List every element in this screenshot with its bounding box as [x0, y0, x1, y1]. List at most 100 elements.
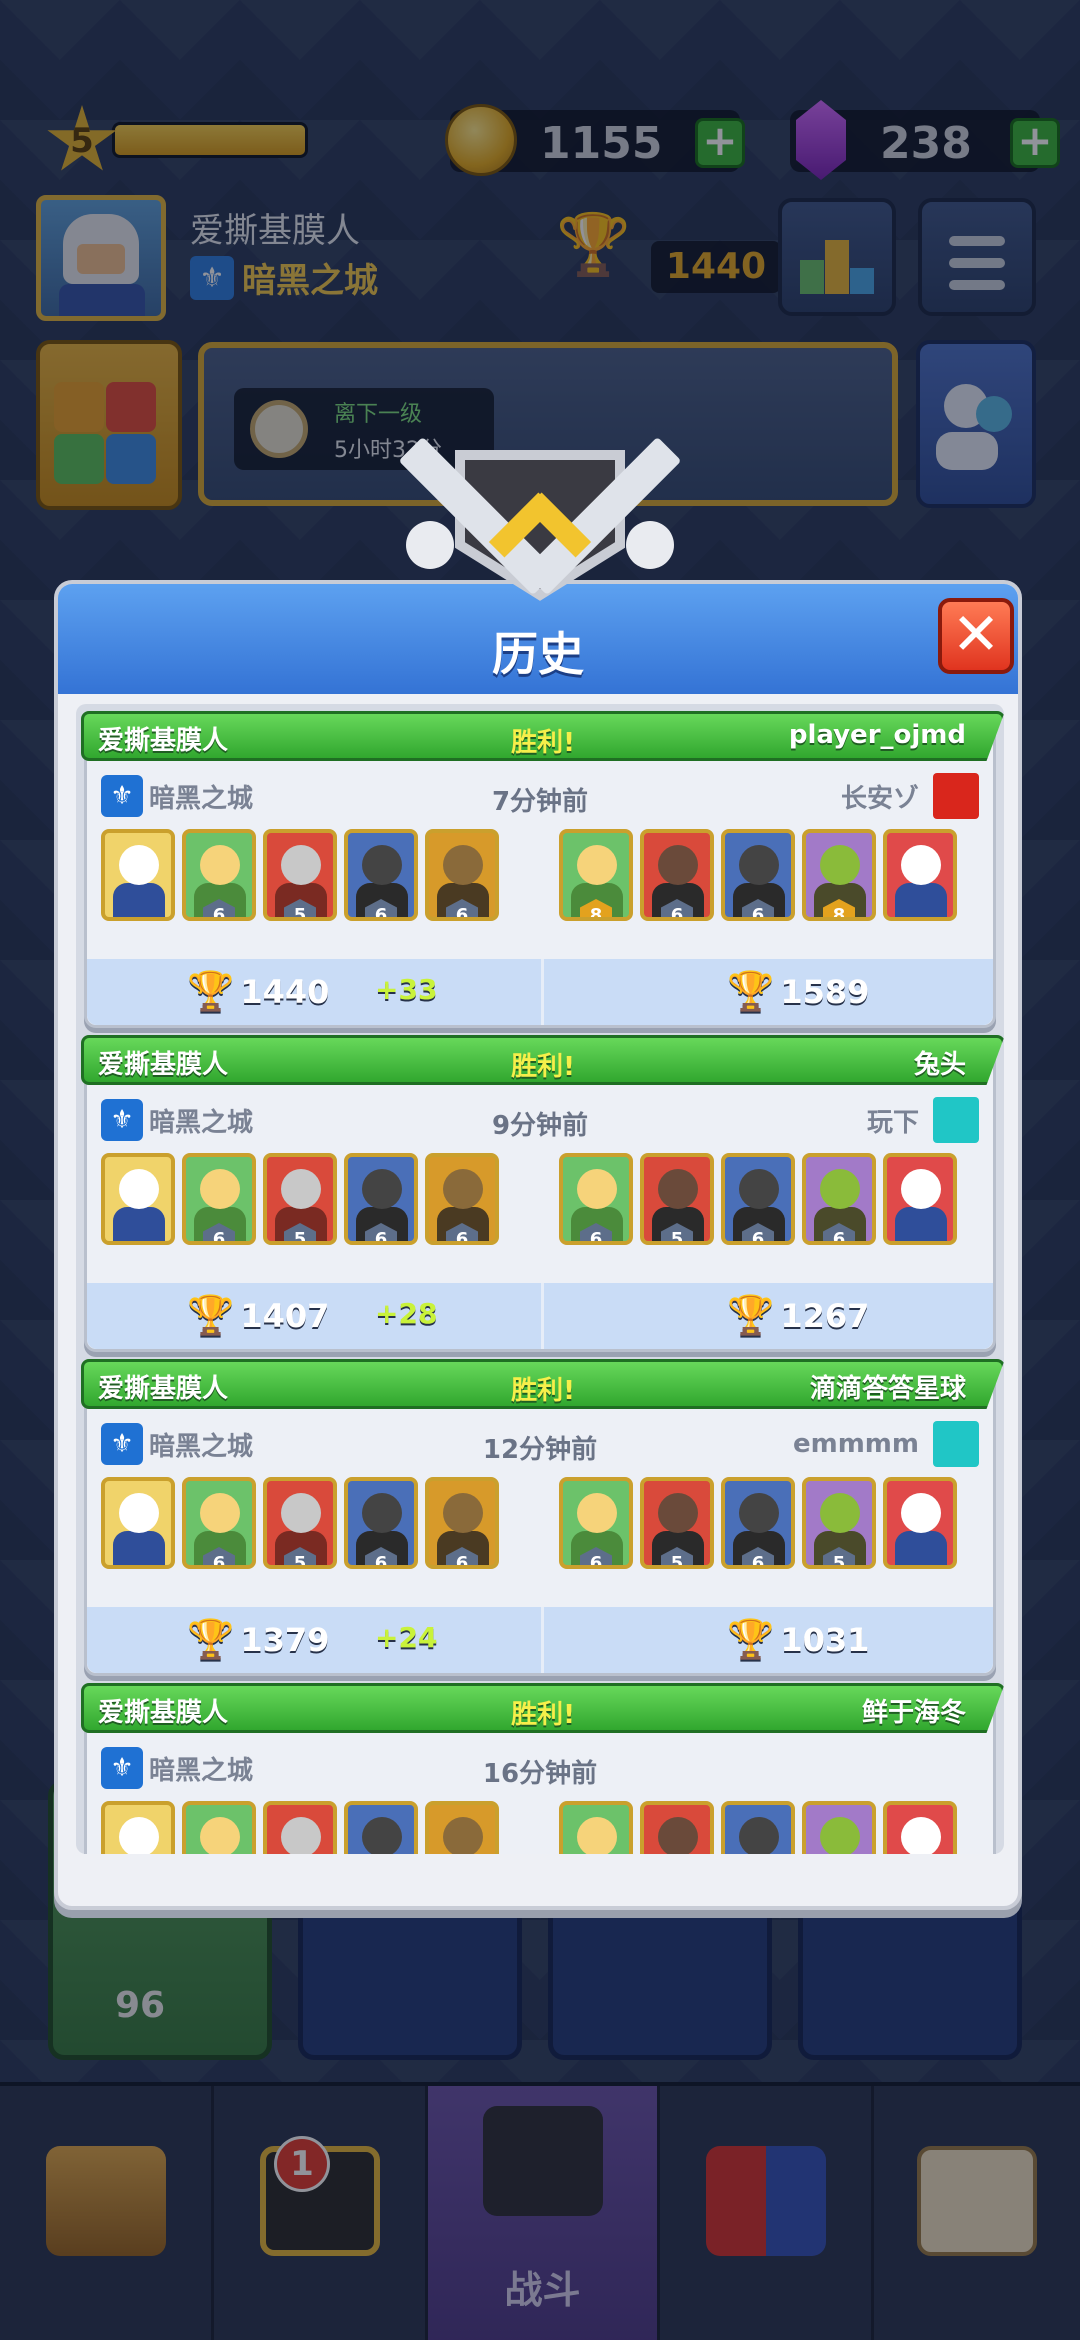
unit-body [895, 883, 947, 917]
match-entry[interactable]: 爱撕基膜人 胜利! 兔头 ⚜ 暗黑之城 9分钟前 玩下 6566 6566 🏆 … [81, 1035, 1004, 1352]
unit-card[interactable] [101, 829, 175, 921]
right-deck: 8668 [559, 829, 957, 929]
match-result-ribbon: 爱撕基膜人 胜利! 滴滴答答星球 [81, 1359, 1004, 1409]
trophy-icon: 🏆 [187, 1293, 235, 1337]
right-clan-name: 玩下 [866, 1107, 919, 1138]
unit-head [820, 1817, 860, 1854]
unit-card[interactable] [263, 1801, 337, 1854]
unit-head [901, 1493, 941, 1533]
unit-card[interactable] [802, 1801, 876, 1854]
unit-card[interactable]: 5 [263, 1477, 337, 1569]
unit-head [281, 845, 321, 885]
unit-card[interactable] [101, 1477, 175, 1569]
unit-head [200, 1493, 240, 1533]
unit-head [820, 845, 860, 885]
left-trophy-value: 1379 [240, 1620, 330, 1659]
unit-head [739, 845, 779, 885]
unit-head [443, 845, 483, 885]
unit-card[interactable]: 5 [802, 1477, 876, 1569]
left-trophies: 🏆 1379 [187, 1617, 329, 1662]
unit-head [658, 1169, 698, 1209]
unit-card[interactable]: 6 [344, 1153, 418, 1245]
history-dialog: 历史 ✕ 爱撕基膜人 胜利! player_ojmd ⚜ 暗黑之城 7分钟前 长… [54, 580, 1022, 1910]
trophy-delta: +33 [375, 973, 438, 1006]
unit-head [577, 1493, 617, 1533]
unit-card[interactable]: 6 [344, 829, 418, 921]
left-trophy-value: 1407 [240, 1296, 330, 1335]
unit-card[interactable] [721, 1801, 795, 1854]
unit-card[interactable] [883, 1153, 957, 1245]
match-result: 胜利! [511, 1052, 575, 1082]
unit-card[interactable] [883, 829, 957, 921]
unit-card[interactable]: 8 [802, 829, 876, 921]
unit-card[interactable]: 6 [182, 829, 256, 921]
left-trophy-value: 1440 [240, 972, 330, 1011]
trophy-delta: +24 [375, 1621, 438, 1654]
unit-card[interactable]: 6 [559, 1477, 633, 1569]
unit-head [658, 1817, 698, 1854]
match-history-list[interactable]: 爱撕基膜人 胜利! player_ojmd ⚜ 暗黑之城 7分钟前 长安ゾ 65… [76, 704, 1004, 1854]
right-trophies: 🏆 1589 [727, 969, 869, 1014]
unit-card[interactable]: 6 [721, 1153, 795, 1245]
right-clan-name: 长安ゾ [840, 783, 919, 814]
unit-card[interactable] [883, 1477, 957, 1569]
player-right-name: 滴滴答答星球 [809, 1374, 966, 1404]
unit-card[interactable]: 6 [425, 829, 499, 921]
unit-head [362, 845, 402, 885]
match-entry[interactable]: 爱撕基膜人 胜利! player_ojmd ⚜ 暗黑之城 7分钟前 长安ゾ 65… [81, 711, 1004, 1028]
clan-flag-icon [933, 1421, 979, 1467]
unit-card[interactable] [640, 1801, 714, 1854]
left-deck: 6566 [101, 1477, 499, 1577]
unit-card[interactable] [425, 1801, 499, 1854]
unit-card[interactable] [182, 1801, 256, 1854]
unit-card[interactable]: 6 [721, 829, 795, 921]
unit-card[interactable]: 5 [263, 829, 337, 921]
unit-card[interactable]: 6 [425, 1153, 499, 1245]
unit-card[interactable] [559, 1801, 633, 1854]
unit-head [577, 845, 617, 885]
unit-body [113, 1207, 165, 1241]
match-entry[interactable]: 爱撕基膜人 胜利! 鲜于海冬 ⚜ 暗黑之城 16分钟前 🏆 🏆 [81, 1683, 1004, 1854]
unit-head [119, 1817, 159, 1854]
unit-head [200, 1169, 240, 1209]
right-clan: emmmm [793, 1421, 979, 1467]
left-deck: 6566 [101, 1153, 499, 1253]
unit-card[interactable]: 5 [640, 1477, 714, 1569]
clan-flag-icon [933, 773, 979, 819]
left-deck [101, 1801, 499, 1854]
trophy-icon: 🏆 [187, 1617, 235, 1661]
unit-card[interactable]: 6 [425, 1477, 499, 1569]
unit-head [577, 1169, 617, 1209]
unit-card[interactable] [101, 1153, 175, 1245]
unit-head [658, 845, 698, 885]
unit-card[interactable] [344, 1801, 418, 1854]
unit-card[interactable]: 5 [263, 1153, 337, 1245]
match-entry[interactable]: 爱撕基膜人 胜利! 滴滴答答星球 ⚜ 暗黑之城 12分钟前 emmmm 6566… [81, 1359, 1004, 1676]
unit-card[interactable]: 6 [721, 1477, 795, 1569]
unit-card[interactable]: 5 [640, 1153, 714, 1245]
unit-head [281, 1169, 321, 1209]
unit-head [739, 1169, 779, 1209]
right-trophies: 🏆 1267 [727, 1293, 869, 1338]
left-trophies: 🏆 1440 [187, 969, 329, 1014]
unit-card[interactable]: 8 [559, 829, 633, 921]
unit-head [658, 1493, 698, 1533]
unit-card[interactable]: 6 [559, 1153, 633, 1245]
unit-card[interactable]: 6 [182, 1477, 256, 1569]
left-deck: 6566 [101, 829, 499, 929]
dialog-title: 历史 [492, 627, 584, 681]
divider [541, 959, 544, 1025]
unit-card[interactable] [101, 1801, 175, 1854]
unit-card[interactable]: 6 [344, 1477, 418, 1569]
unit-head [443, 1493, 483, 1533]
unit-card[interactable]: 6 [182, 1153, 256, 1245]
trophy-icon: 🏆 [727, 1617, 775, 1661]
unit-card[interactable]: 6 [640, 829, 714, 921]
unit-card[interactable]: 6 [802, 1153, 876, 1245]
unit-head [901, 1169, 941, 1209]
player-right-name: 鲜于海冬 [861, 1698, 966, 1728]
close-button[interactable]: ✕ [938, 598, 1014, 674]
match-result-ribbon: 爱撕基膜人 胜利! 兔头 [81, 1035, 1004, 1085]
divider [541, 1283, 544, 1349]
unit-card[interactable] [883, 1801, 957, 1854]
